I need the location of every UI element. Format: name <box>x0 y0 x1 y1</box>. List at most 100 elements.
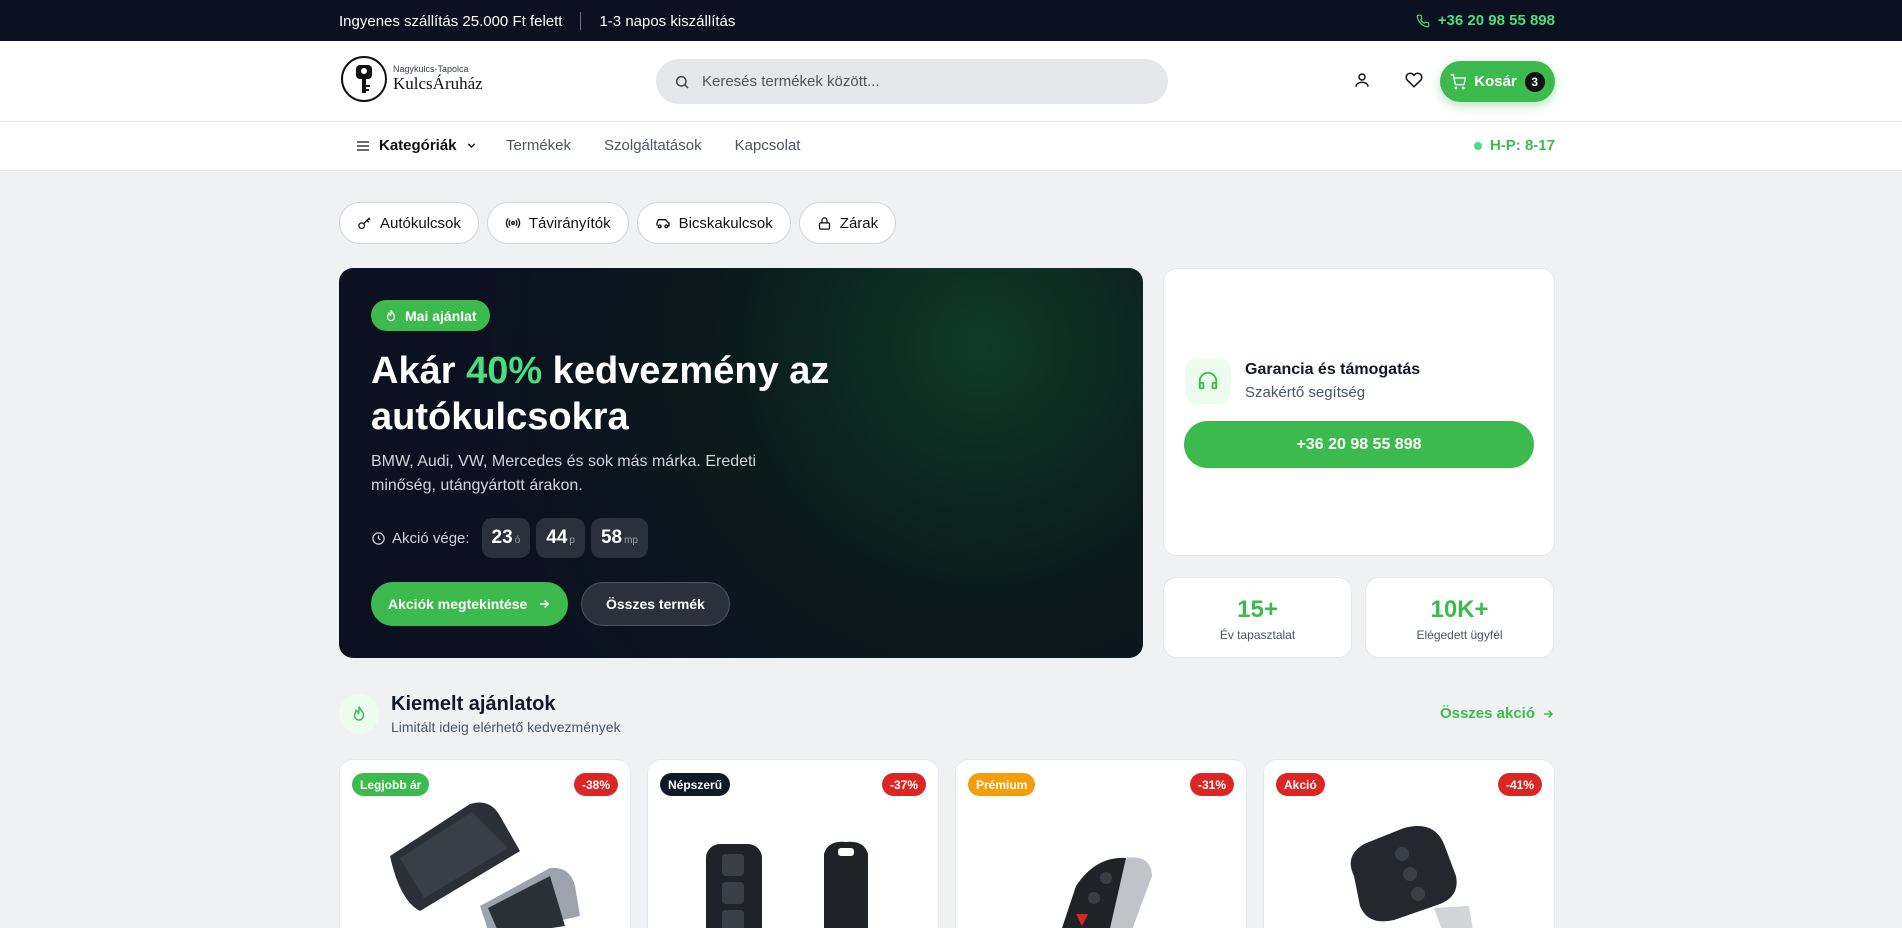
hero-title-highlight: 40% <box>466 350 543 392</box>
stat-label: Elégedett ügyfél <box>1416 628 1503 642</box>
hero-title-pre: Akár <box>371 350 467 392</box>
countdown-hours: 23 ó <box>481 518 531 558</box>
stat-value: 15+ <box>1237 596 1278 623</box>
headphones-icon <box>1185 358 1231 404</box>
chip-label: Bicskakulcsok <box>678 214 773 232</box>
all-offers-link[interactable]: Összes akció <box>1440 705 1555 722</box>
phone-icon <box>1416 14 1430 27</box>
categories-menu[interactable]: Kategóriák <box>355 137 478 154</box>
support-title: Garancia és támogatás <box>1245 361 1421 378</box>
hero-description: BMW, Audi, VW, Mercedes és sok más márka… <box>371 453 757 494</box>
view-offers-button[interactable]: Akciók megtekintése <box>371 582 569 626</box>
top-phone-number: +36 20 98 55 898 <box>1437 12 1555 29</box>
logo[interactable]: Nagykulcs-Tapolca KulcsÁruház <box>341 56 483 102</box>
daily-offer-label: Mai ajánlat <box>405 307 477 324</box>
stat-value: 10K+ <box>1430 596 1489 623</box>
countdown-seconds: 58 mp <box>590 518 648 558</box>
menu-icon <box>357 140 369 151</box>
status-dot <box>1473 141 1482 150</box>
divider <box>580 12 582 30</box>
arrow-right-icon <box>1543 709 1554 718</box>
chip-locks[interactable]: Zárak <box>798 202 897 244</box>
countdown-unit: ó <box>514 535 521 546</box>
arrow-right-icon <box>540 600 550 608</box>
stat-experience: 15+ Év tapasztalat <box>1163 577 1352 658</box>
product-tag: Prémium <box>968 773 1036 796</box>
remote-key-image <box>1350 826 1473 928</box>
chip-car-keys[interactable]: Autókulcsok <box>339 202 479 244</box>
discount-badge: -31% <box>1189 773 1234 796</box>
car-icon <box>655 219 670 229</box>
chip-flip-keys[interactable]: Bicskakulcsok <box>636 202 791 244</box>
support-subtitle: Szakértő segítség <box>1245 384 1366 401</box>
top-phone-link[interactable]: +36 20 98 55 898 <box>1416 12 1555 29</box>
clock-icon <box>372 531 385 545</box>
nav-link-services[interactable]: Szolgáltatások <box>604 137 702 154</box>
search-placeholder: Keresés termékek között... <box>702 73 880 90</box>
support-card: Garancia és támogatás Szakértő segítség … <box>1163 268 1555 556</box>
stat-label: Év tapasztalat <box>1219 628 1296 642</box>
heart-icon[interactable] <box>1405 71 1423 89</box>
all-offers-label: Összes akció <box>1439 705 1535 722</box>
all-products-label: Összes termék <box>606 596 705 612</box>
daily-offer-badge: Mai ajánlat <box>371 300 490 331</box>
featured-title: Kiemelt ajánlatok <box>391 693 556 715</box>
countdown-unit: mp <box>624 535 638 546</box>
top-bar: Ingyenes szállítás 25.000 Ft felett 1-3 … <box>0 0 1902 41</box>
chip-label: Autókulcsok <box>380 214 461 232</box>
key-logo-icon <box>341 56 387 102</box>
main-nav: Kategóriák Termékek Szolgáltatások Kapcs… <box>0 122 1902 171</box>
countdown-unit: p <box>569 535 575 546</box>
cart-label: Kosár <box>1474 73 1517 90</box>
product-tag: Népszerű <box>660 773 731 796</box>
product-tag: Legjobb ár <box>352 773 430 796</box>
category-chips: Autókulcsok Távirányítók Bicskakulcsok Z… <box>339 202 897 244</box>
chip-remotes[interactable]: Távirányítók <box>486 202 629 244</box>
stat-customers: 10K+ Elégedett ügyfél <box>1365 577 1554 658</box>
product-card[interactable]: Akció -41% <box>1263 759 1555 928</box>
view-offers-label: Akciók megtekintése <box>388 596 528 612</box>
opening-hours: H-P: 8-17 <box>1473 137 1555 154</box>
user-icon[interactable] <box>1353 71 1371 89</box>
categories-label: Kategóriák <box>379 137 457 154</box>
cart-count-badge: 3 <box>1524 71 1545 92</box>
logo-name: KulcsÁruház <box>393 74 483 93</box>
search-input[interactable]: Keresés termékek között... <box>656 59 1168 104</box>
chip-label: Zárak <box>839 214 879 232</box>
logo-tagline: Nagykulcs-Tapolca <box>393 64 469 74</box>
countdown-value: 58 <box>600 527 623 548</box>
hero-title: Akár 40% kedvezmény az autókulcsokra <box>371 348 891 440</box>
flip-key-image <box>706 841 868 928</box>
nav-link-contact[interactable]: Kapcsolat <box>735 137 801 154</box>
lock-icon <box>818 216 830 230</box>
header: Nagykulcs-Tapolca KulcsÁruház Keresés te… <box>0 41 1902 122</box>
product-card[interactable]: Legjobb ár -38% <box>339 759 631 928</box>
key-icon <box>358 216 371 229</box>
product-card[interactable]: Prémium -31% <box>955 759 1247 928</box>
mercedes-key-image <box>1062 857 1152 928</box>
nav-link-products[interactable]: Termékek <box>506 137 571 154</box>
chevron-down-icon <box>467 143 475 149</box>
radio-signal-icon <box>505 217 521 229</box>
cart-icon <box>1450 73 1467 89</box>
hours-text: H-P: 8-17 <box>1489 137 1555 154</box>
hero-banner: Mai ajánlat Akár 40% kedvezmény az autók… <box>339 268 1143 658</box>
countdown-label: Akció vége: <box>392 529 470 547</box>
countdown-value: 44 <box>546 527 568 548</box>
countdown-value: 23 <box>491 527 513 548</box>
shipping-time-text: 1-3 napos kiszállítás <box>599 12 736 30</box>
search-icon <box>675 75 689 89</box>
flame-icon <box>339 694 379 734</box>
call-button[interactable]: +36 20 98 55 898 <box>1184 421 1534 468</box>
flame-icon <box>386 309 396 321</box>
discount-badge: -37% <box>881 773 926 796</box>
product-tag: Akció <box>1276 773 1325 796</box>
countdown-minutes: 44 p <box>536 518 585 558</box>
product-card[interactable]: Népszerű -37% <box>647 759 939 928</box>
car-key-fob-image <box>390 802 580 928</box>
discount-badge: -38% <box>573 773 618 796</box>
countdown: Akció vége: 23 ó 44 p 58 mp <box>371 518 648 558</box>
featured-subtitle: Limitált ideig elérhető kedvezmények <box>391 719 621 735</box>
cart-button[interactable]: Kosár 3 <box>1440 61 1555 102</box>
all-products-button[interactable]: Összes termék <box>581 582 730 626</box>
